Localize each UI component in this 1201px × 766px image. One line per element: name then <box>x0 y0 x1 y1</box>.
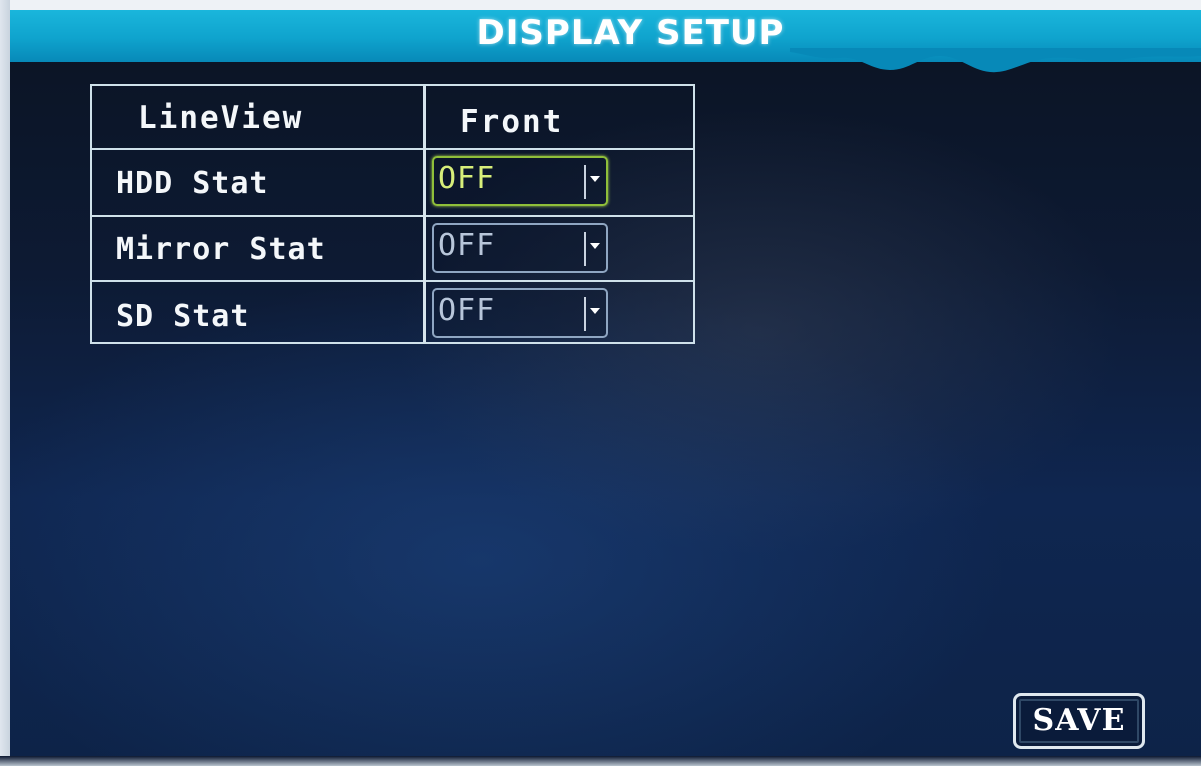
sd-stat-value: OFF <box>438 293 496 328</box>
dropdown-divider <box>584 165 586 199</box>
dropdown-divider <box>584 297 586 331</box>
column-header-lineview: LineView <box>138 100 304 136</box>
hdd-stat-value: OFF <box>438 161 496 196</box>
mirror-stat-value: OFF <box>438 228 496 263</box>
monitor-bezel-top <box>0 0 1201 10</box>
row-label-mirror-stat: Mirror Stat <box>116 232 326 267</box>
monitor-bezel-left <box>0 0 10 766</box>
chevron-down-icon[interactable] <box>590 308 600 314</box>
row-label-hdd-stat: HDD Stat <box>116 166 269 201</box>
settings-table: LineView Front HDD Stat OFF Mirror Stat … <box>90 84 695 344</box>
chevron-down-icon[interactable] <box>590 176 600 182</box>
dropdown-divider <box>584 232 586 266</box>
row-label-sd-stat: SD Stat <box>116 299 250 334</box>
column-header-front: Front <box>460 104 564 140</box>
monitor-bezel-bottom <box>0 756 1201 766</box>
display-setup-screen: DISPLAY SETUP LineView Front HDD Stat OF… <box>0 0 1201 766</box>
row-divider <box>92 215 693 217</box>
sd-stat-select[interactable]: OFF <box>432 288 608 338</box>
page-title: DISPLAY SETUP <box>476 13 785 53</box>
row-divider <box>92 280 693 282</box>
save-button[interactable]: SAVE <box>1013 693 1145 749</box>
column-divider <box>423 86 426 342</box>
hdd-stat-select[interactable]: OFF <box>432 156 608 206</box>
row-divider <box>92 148 693 150</box>
mirror-stat-select[interactable]: OFF <box>432 223 608 273</box>
chevron-down-icon[interactable] <box>590 243 600 249</box>
